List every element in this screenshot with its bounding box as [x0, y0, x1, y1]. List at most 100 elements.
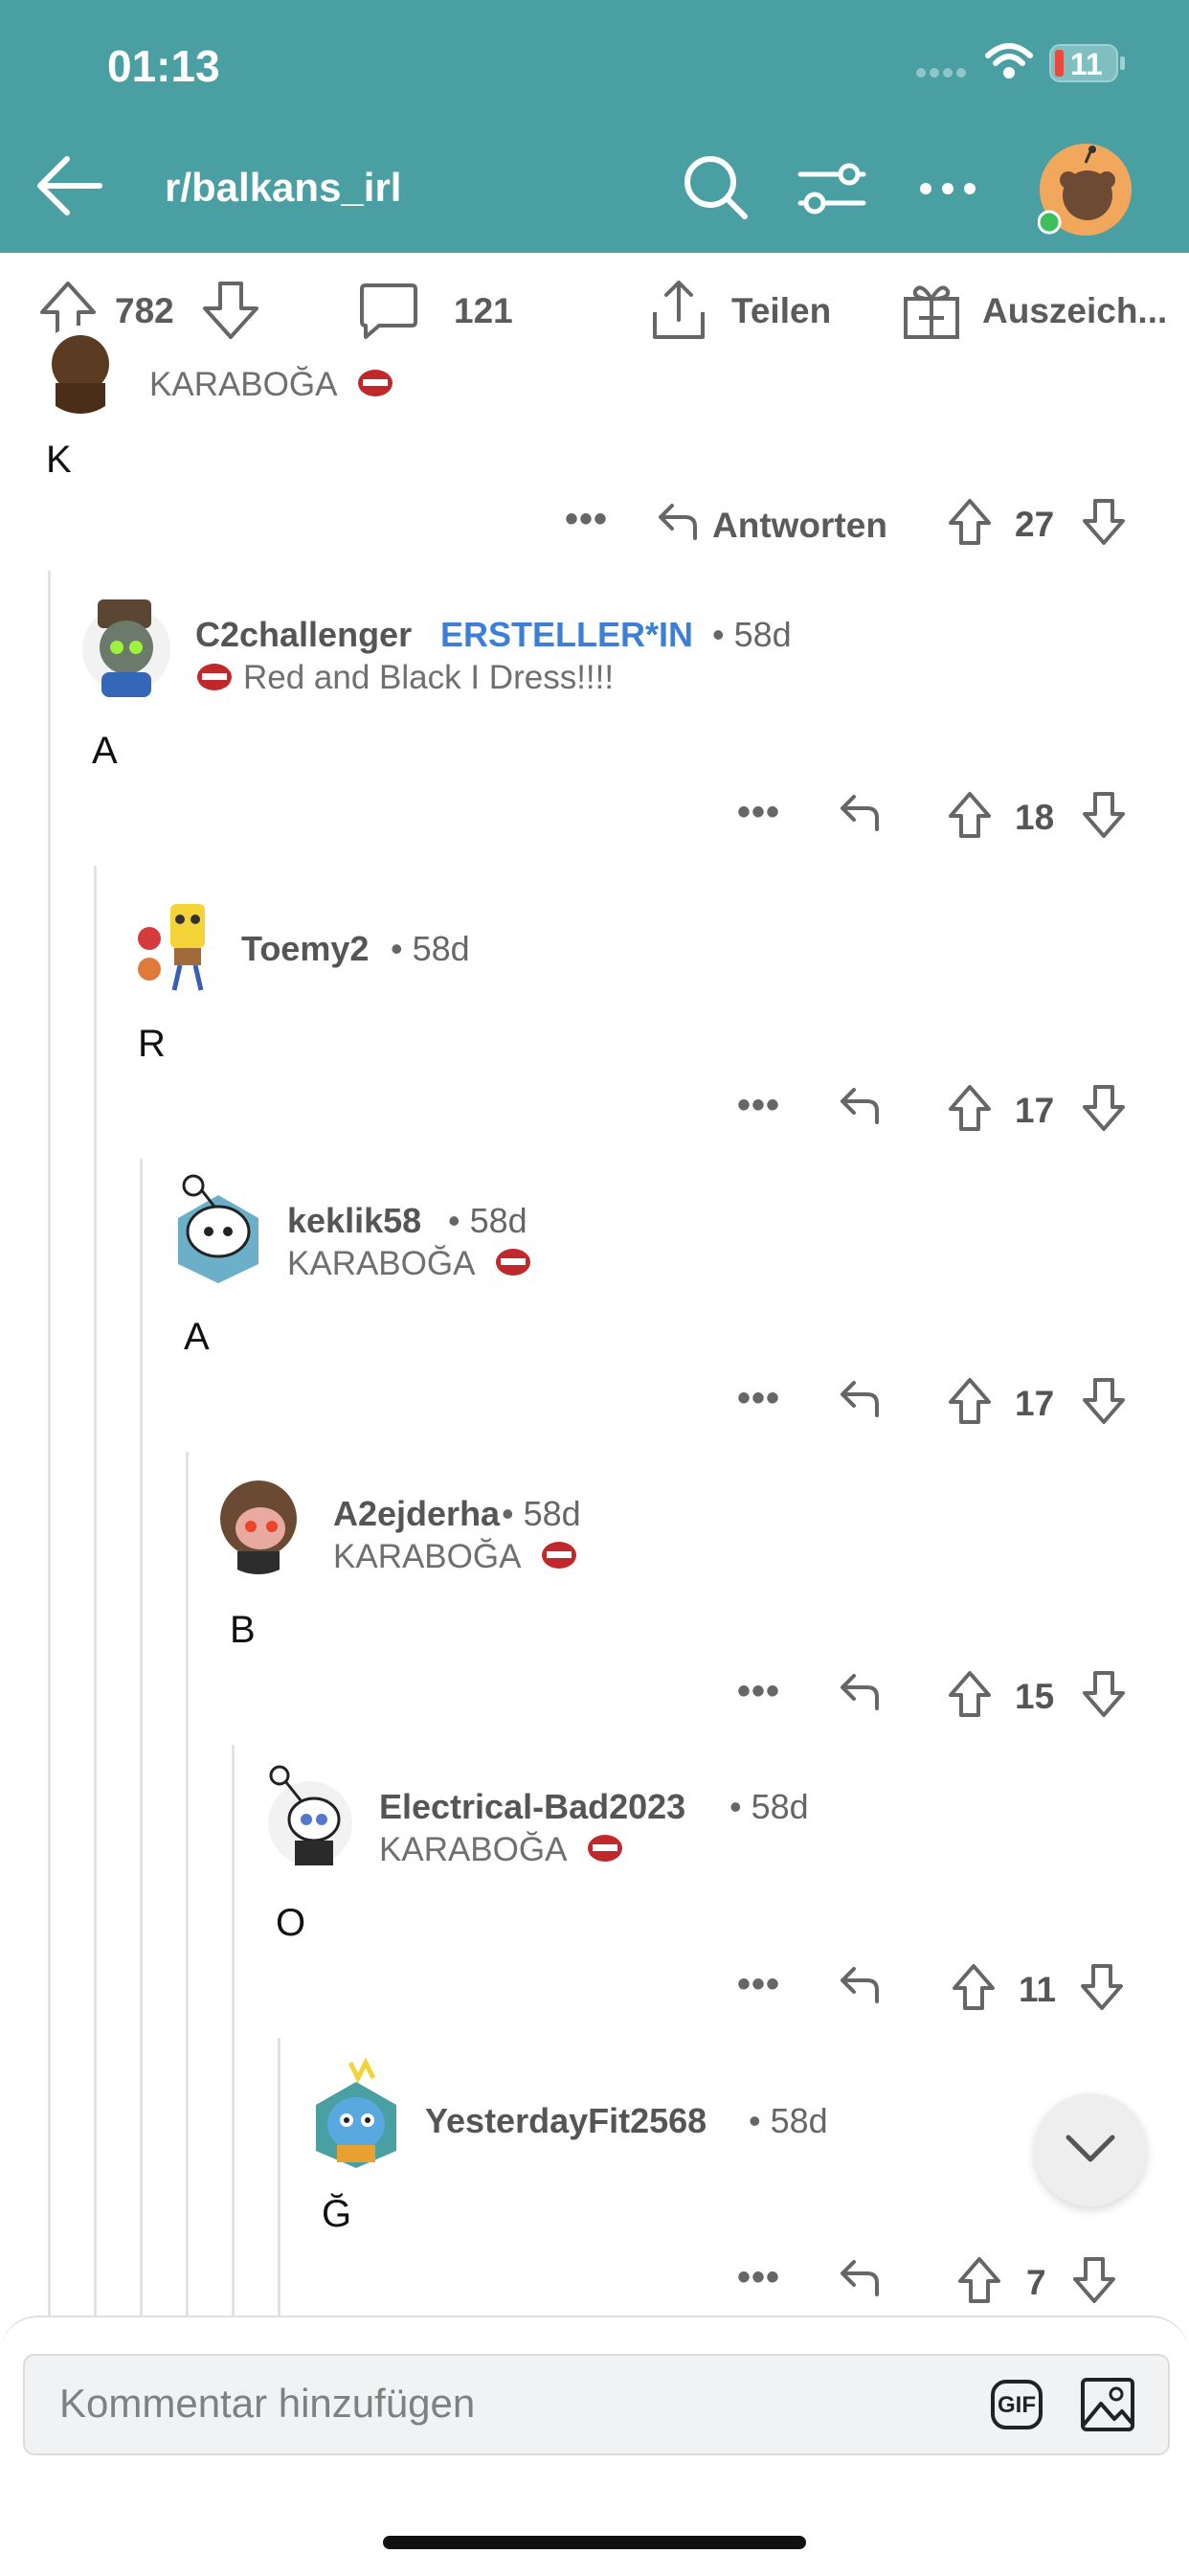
comment-more-button[interactable]: •••	[737, 1084, 780, 1127]
upvote-icon[interactable]	[948, 1084, 992, 1132]
comment-body: B	[230, 1609, 256, 1651]
comment-username[interactable]: Toemy2	[241, 929, 369, 969]
avatar[interactable]	[80, 592, 172, 699]
comment-body: R	[138, 1023, 166, 1065]
comment-body: A	[92, 730, 118, 772]
avatar[interactable]	[209, 1475, 308, 1574]
comment-more-button[interactable]: •••	[737, 1670, 780, 1713]
avatar[interactable]	[172, 1172, 264, 1283]
downvote-icon[interactable]	[1082, 1084, 1126, 1132]
comment-body: A	[184, 1316, 210, 1358]
user-flair: KARABOĞA	[333, 1538, 522, 1575]
gif-label: GIF	[998, 2392, 1036, 2418]
comment-age-value: 58d	[770, 2101, 828, 2140]
comment-username[interactable]: C2challenger	[195, 615, 412, 655]
user-flair: Red and Black I Dress!!!!	[243, 659, 615, 696]
downvote-icon[interactable]	[1080, 1963, 1124, 2011]
comment-bubble-icon[interactable]	[358, 280, 419, 341]
flair-emoji-icon	[494, 1246, 532, 1278]
share-icon[interactable]	[649, 278, 708, 341]
comment-username[interactable]: keklik58	[287, 1201, 421, 1241]
share-button[interactable]: Teilen	[731, 291, 831, 331]
reply-icon[interactable]	[839, 2258, 881, 2296]
comment-more-button[interactable]: •••	[565, 498, 608, 541]
thread-line[interactable]	[94, 866, 97, 2317]
user-flair: KARABOĞA	[149, 366, 338, 403]
reply-button[interactable]: Antworten	[712, 506, 887, 546]
comment-body: K	[46, 439, 72, 481]
more-options-icon[interactable]	[919, 182, 976, 195]
comment-username[interactable]: Electrical-Bad2023	[379, 1787, 685, 1827]
comment-more-button[interactable]: •••	[737, 1963, 780, 2006]
upvote-icon[interactable]	[948, 1377, 992, 1425]
search-icon[interactable]	[682, 153, 751, 222]
avatar[interactable]	[308, 2057, 404, 2168]
comment-age-value: 58d	[751, 1787, 809, 1826]
thread-line[interactable]	[232, 1745, 235, 2317]
flair-emoji-icon	[195, 661, 234, 693]
downvote-icon[interactable]	[1082, 498, 1126, 546]
user-flair: KARABOĞA	[379, 1831, 568, 1868]
reply-icon[interactable]	[657, 502, 699, 540]
downvote-icon[interactable]	[1072, 2256, 1116, 2304]
award-button[interactable]: Auszeich...	[982, 291, 1167, 331]
downvote-icon[interactable]	[1082, 791, 1126, 839]
thread-line[interactable]	[48, 571, 51, 2317]
profile-avatar[interactable]	[1038, 142, 1133, 237]
comment-age-value: 58d	[523, 1494, 581, 1533]
comment-score: 27	[1015, 505, 1055, 544]
comment-age: • 58d	[502, 1494, 581, 1533]
upvote-icon[interactable]	[952, 1963, 996, 2011]
user-flair: KARABOĞA	[287, 1245, 476, 1282]
upvote-icon[interactable]	[948, 791, 992, 839]
award-gift-icon[interactable]	[900, 278, 963, 341]
thread-line[interactable]	[140, 1159, 143, 2317]
avatar[interactable]	[132, 898, 220, 994]
upvote-icon[interactable]	[948, 1670, 992, 1718]
image-upload-icon[interactable]	[1080, 2377, 1135, 2432]
comment-body: O	[276, 1902, 306, 1944]
back-arrow-icon[interactable]	[34, 155, 103, 216]
upvote-icon[interactable]	[957, 2256, 1001, 2304]
scroll-down-button[interactable]	[1034, 2093, 1147, 2206]
thread-line[interactable]	[186, 1452, 189, 2317]
avatar[interactable]	[36, 326, 124, 414]
comment-score: 17	[1015, 1384, 1055, 1423]
reply-icon[interactable]	[839, 1672, 881, 1710]
wifi-icon	[984, 42, 1034, 80]
comment-age-value: 58d	[412, 929, 470, 968]
flair-emoji-icon	[540, 1539, 578, 1571]
comment-more-button[interactable]: •••	[737, 791, 780, 834]
downvote-icon[interactable]	[1082, 1377, 1126, 1425]
avatar[interactable]	[262, 1764, 356, 1869]
home-indicator[interactable]	[383, 2536, 806, 2549]
sort-filter-icon[interactable]	[796, 159, 867, 218]
subreddit-title[interactable]: r/balkans_irl	[165, 165, 401, 211]
upvote-icon[interactable]	[948, 498, 992, 546]
reply-icon[interactable]	[839, 1379, 881, 1417]
reply-icon[interactable]	[839, 1086, 881, 1124]
comment-score: 18	[1015, 798, 1055, 837]
op-badge: ERSTELLER*IN	[440, 615, 694, 654]
comment-more-button[interactable]: •••	[737, 1377, 780, 1420]
app-header	[0, 0, 1189, 253]
downvote-icon[interactable]	[201, 280, 260, 341]
reply-icon[interactable]	[839, 793, 881, 831]
battery-level: 11	[1070, 47, 1103, 81]
comment-age: • 58d	[448, 1201, 527, 1240]
reply-icon[interactable]	[839, 1965, 881, 2003]
chevron-down-icon	[1065, 2134, 1116, 2164]
comment-username[interactable]: A2ejderha	[333, 1494, 500, 1534]
comment-username[interactable]: YesterdayFit2568	[425, 2101, 707, 2141]
comment-age: • 58d	[391, 929, 470, 968]
comment-age-value: 58d	[469, 1201, 527, 1240]
thread-line[interactable]	[278, 2038, 280, 2317]
comment-score: 11	[1019, 1970, 1057, 2009]
flair-emoji-icon	[586, 1832, 624, 1864]
comment-score: 15	[1015, 1677, 1055, 1716]
post-score: 782	[115, 291, 174, 330]
flair-emoji-icon	[356, 367, 394, 399]
comment-input-placeholder[interactable]: Kommentar hinzufügen	[59, 2381, 475, 2427]
comment-more-button[interactable]: •••	[737, 2256, 780, 2299]
downvote-icon[interactable]	[1082, 1670, 1126, 1718]
